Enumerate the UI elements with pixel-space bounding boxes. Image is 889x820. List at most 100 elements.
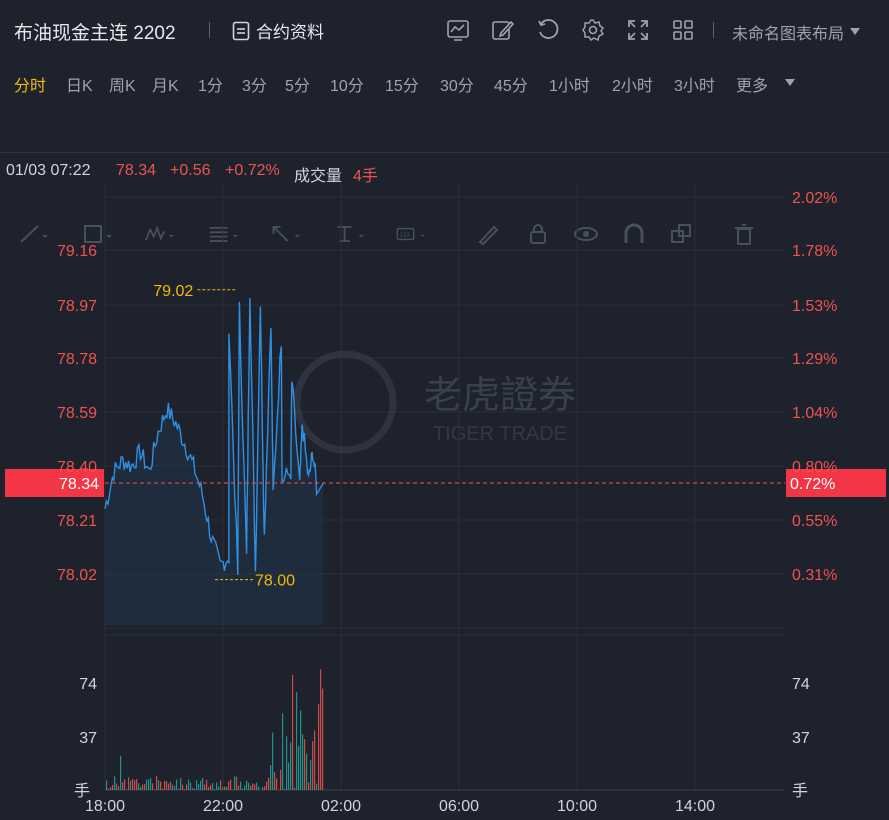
volume-value: 4手 — [353, 168, 378, 185]
chart-icon[interactable] — [446, 18, 470, 42]
volume-bar — [134, 780, 136, 790]
grid-icon[interactable] — [671, 18, 695, 42]
y-pct-tick: 1.78% — [792, 243, 837, 260]
x-tick: 06:00 — [439, 798, 479, 815]
x-tick: 22:00 — [203, 798, 243, 815]
x-tick: 14:00 — [675, 798, 715, 815]
tab-period-13[interactable]: 3小时 — [674, 72, 715, 96]
divider — [209, 22, 210, 38]
tab-period-12[interactable]: 2小时 — [612, 72, 653, 96]
layout-label: 未命名图表布局 — [732, 26, 845, 43]
tab-period-0[interactable]: 分时 — [14, 72, 46, 96]
volume-bar — [316, 783, 318, 790]
volume-bar — [302, 734, 304, 790]
volume-bar — [258, 786, 260, 790]
volume-bar — [212, 782, 214, 790]
volume-bar — [252, 783, 254, 790]
layout-dropdown[interactable]: 未命名图表布局 — [732, 20, 861, 44]
volume-bar — [160, 781, 162, 790]
volume-bar — [198, 784, 200, 790]
volume-bar — [220, 780, 222, 790]
volume-tick: 37 — [79, 730, 97, 747]
volume-bar — [176, 779, 178, 790]
volume-bar — [240, 781, 242, 790]
volume-bar — [318, 704, 320, 790]
volume-bar — [114, 776, 116, 790]
y-price-tick: 78.40 — [57, 459, 97, 476]
volume-bar — [192, 787, 194, 790]
volume-bar — [322, 688, 324, 790]
refresh-icon[interactable] — [536, 18, 560, 42]
volume-bar — [244, 785, 246, 790]
watermark-logo — [293, 350, 397, 454]
volume-bar — [320, 669, 322, 790]
edit-icon[interactable] — [491, 18, 515, 42]
low-marker-label: 78.00 — [255, 573, 295, 590]
volume-bar — [304, 739, 306, 790]
volume-bar — [224, 786, 226, 790]
tab-period-10[interactable]: 45分 — [494, 72, 528, 96]
volume-bar — [254, 784, 256, 790]
volume-bar — [136, 778, 138, 790]
volume-bar — [312, 741, 314, 790]
high-marker-label: 79.02 — [153, 283, 193, 300]
volume-bar — [286, 736, 288, 790]
contract-info-button[interactable]: 合约资料 — [232, 18, 324, 43]
volume-bar — [120, 755, 122, 790]
volume-bar — [110, 787, 112, 790]
volume-bar — [140, 787, 142, 790]
top-toolbar: 布油现金主连 2202 合约资料 未命名图表布局 — [0, 0, 889, 60]
volume-bar — [234, 776, 236, 790]
volume-bar — [284, 788, 286, 790]
volume-bar — [172, 784, 174, 790]
volume-unit: 手 — [792, 782, 808, 800]
quote-change: +0.56 — [170, 162, 211, 179]
volume-bar — [256, 782, 258, 790]
y-pct-tick: 1.53% — [792, 298, 837, 315]
volume-bar — [306, 753, 308, 790]
volume-bar — [250, 785, 252, 790]
tab-period-11[interactable]: 1小时 — [549, 72, 590, 96]
intraday-chart[interactable]: 老虎證券 TIGER TRADE 78.34 0.72% 79.02 78.00 79.16… — [0, 185, 889, 820]
volume-bar — [132, 778, 134, 790]
fullscreen-icon[interactable] — [626, 18, 650, 42]
quote-price: 78.34 — [116, 162, 157, 179]
instrument-title[interactable]: 布油现金主连 2202 — [14, 18, 176, 45]
volume-bar — [186, 784, 188, 790]
tab-period-6[interactable]: 5分 — [285, 72, 310, 96]
volume-bar — [206, 779, 208, 790]
settings-icon[interactable] — [581, 18, 605, 42]
volume-bar — [276, 778, 278, 790]
volume-bar — [208, 786, 210, 790]
volume-bar — [292, 674, 294, 790]
volume-bar — [138, 783, 140, 790]
tab-period-3[interactable]: 月K — [152, 72, 179, 96]
tab-period-4[interactable]: 1分 — [198, 72, 223, 96]
volume-bar — [184, 789, 186, 790]
tab-period-1[interactable]: 日K — [66, 72, 93, 96]
x-tick: 02:00 — [321, 798, 361, 815]
volume-bar — [282, 713, 284, 790]
volume-bar — [128, 777, 130, 790]
y-pct-tick: 1.29% — [792, 351, 837, 368]
volume-bar — [142, 784, 144, 790]
tab-period-14[interactable]: 更多 — [736, 72, 768, 96]
watermark-subtext: TIGER TRADE — [433, 423, 567, 445]
volume-bar — [194, 788, 196, 790]
volume-bar — [238, 785, 240, 790]
tab-period-2[interactable]: 周K — [109, 72, 136, 96]
y-price-tick: 78.78 — [57, 351, 97, 368]
volume-bar — [144, 784, 146, 790]
tab-period-7[interactable]: 10分 — [330, 72, 364, 96]
y-pct-tick: 2.02% — [792, 190, 837, 207]
volume-label: 成交量 — [294, 168, 343, 185]
volume-bar — [216, 782, 218, 790]
volume-bar — [218, 786, 220, 790]
volume-bar — [300, 710, 302, 790]
tab-period-8[interactable]: 15分 — [385, 72, 419, 96]
volume-bar — [226, 786, 228, 790]
tab-period-9[interactable]: 30分 — [440, 72, 474, 96]
volume-bar — [146, 779, 148, 790]
tab-period-5[interactable]: 3分 — [242, 72, 267, 96]
volume-bar — [270, 765, 272, 790]
